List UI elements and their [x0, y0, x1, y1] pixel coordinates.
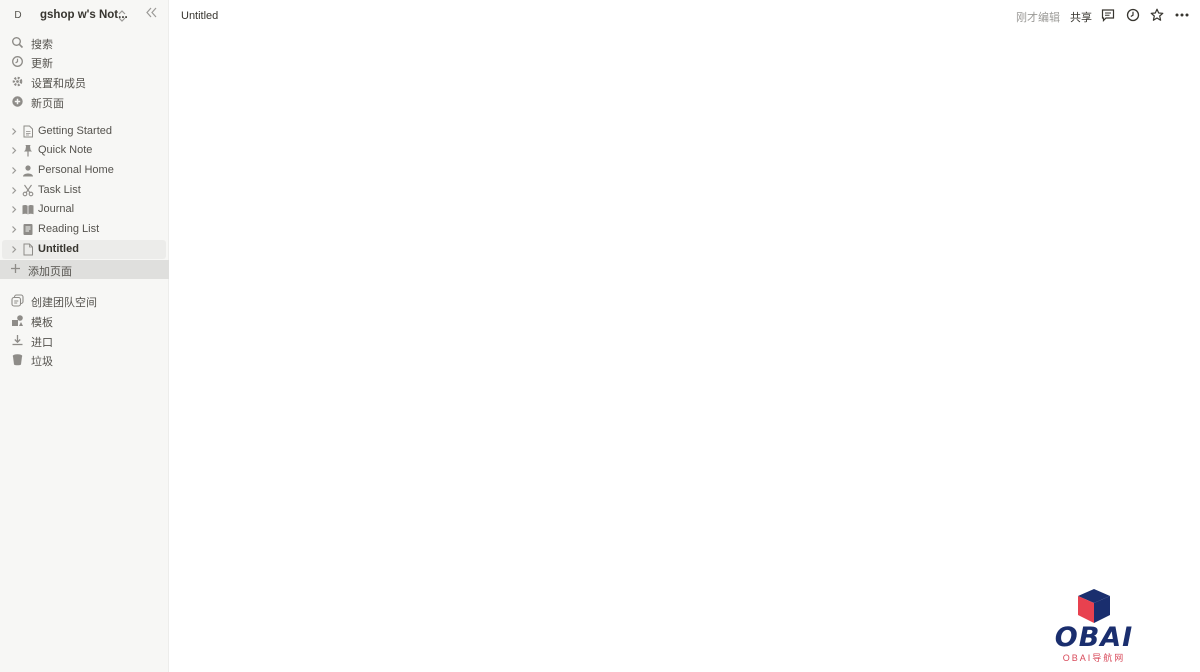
workspace-name[interactable]: gshop w's Not... — [40, 9, 128, 21]
watermark-logo: OBAI OBAI导航网 — [1042, 586, 1146, 666]
page-item-label: Untitled — [38, 243, 79, 255]
sidebar-item-new-page[interactable]: 新页面 — [0, 92, 169, 111]
sidebar-item-trash[interactable]: 垃圾 — [0, 350, 169, 369]
add-page-button[interactable]: 添加页面 — [0, 260, 169, 279]
page-item-task-list[interactable]: Task List — [2, 181, 166, 200]
sidebar-item-label: 搜索 — [31, 39, 53, 51]
sidebar-item-import[interactable]: 进口 — [0, 331, 169, 350]
breadcrumb[interactable]: Untitled — [181, 10, 218, 22]
chevron-right-icon[interactable] — [10, 166, 18, 175]
collapse-sidebar-icon[interactable] — [145, 6, 158, 19]
trash-icon — [12, 354, 23, 366]
sidebar-item-label: 更新 — [31, 58, 53, 70]
workspace-switcher[interactable]: D gshop w's Not... — [0, 3, 169, 29]
sidebar-item-templates[interactable]: 模板 — [0, 311, 169, 330]
page-item-getting-started[interactable]: Getting Started — [2, 122, 166, 141]
notebook-icon — [23, 224, 33, 235]
search-icon — [12, 37, 24, 49]
chevron-right-icon[interactable] — [10, 186, 18, 195]
chevron-right-icon[interactable] — [10, 225, 18, 234]
sidebar-item-create-team-space[interactable]: 创建团队空间 — [0, 291, 169, 310]
sidebar-item-settings[interactable]: 设置和成员 — [0, 72, 169, 91]
shapes-icon — [12, 315, 23, 326]
person-icon — [23, 165, 33, 177]
share-button[interactable]: 共享 — [1070, 9, 1092, 25]
sidebar-item-label: 设置和成员 — [31, 78, 86, 90]
plus-circle-icon — [12, 96, 23, 107]
scissors-icon — [22, 184, 34, 197]
book-icon — [22, 205, 34, 215]
page-item-untitled[interactable]: Untitled — [2, 240, 166, 259]
sidebar: D gshop w's Not... 搜索 更新 设置和成员 新页面 Getti… — [0, 0, 169, 672]
page-item-label: Personal Home — [38, 164, 114, 176]
chevron-right-icon[interactable] — [10, 205, 18, 214]
more-options-icon[interactable] — [1175, 8, 1189, 22]
page-item-personal-home[interactable]: Personal Home — [2, 161, 166, 180]
sidebar-item-label: 模板 — [31, 317, 53, 329]
watermark-text: OBAI — [1054, 622, 1134, 653]
chevron-right-icon[interactable] — [10, 127, 18, 136]
pin-icon — [24, 145, 32, 157]
clock-icon — [12, 56, 23, 67]
download-icon — [12, 335, 23, 346]
sidebar-item-label: 创建团队空间 — [31, 297, 97, 309]
team-space-icon — [11, 294, 24, 307]
add-page-label: 添加页面 — [28, 266, 72, 278]
page-item-label: Reading List — [38, 223, 100, 235]
sidebar-item-label: 新页面 — [31, 98, 64, 110]
page-item-label: Task List — [38, 184, 81, 196]
plus-icon — [11, 264, 20, 273]
cube-logo-icon — [1078, 589, 1110, 623]
page-item-reading-list[interactable]: Reading List — [2, 220, 166, 239]
sidebar-item-label: 进口 — [31, 337, 53, 349]
page-item-label: Quick Note — [38, 144, 93, 156]
sidebar-item-label: 垃圾 — [31, 356, 53, 368]
page-item-quick-note[interactable]: Quick Note — [2, 141, 166, 160]
workspace-avatar: D — [14, 10, 22, 21]
history-icon[interactable] — [1126, 8, 1140, 22]
sidebar-item-updates[interactable]: 更新 — [0, 52, 169, 71]
comment-icon[interactable] — [1101, 8, 1115, 22]
gear-icon — [12, 76, 23, 87]
page-icon — [23, 243, 33, 256]
topbar: Untitled 刚才编辑 共享 — [169, 0, 1200, 32]
page-item-label: Getting Started — [38, 125, 112, 137]
page-icon — [23, 125, 33, 138]
star-icon[interactable] — [1150, 8, 1164, 22]
chevron-right-icon[interactable] — [10, 245, 18, 254]
chevron-up-down-icon[interactable] — [117, 8, 127, 24]
page-item-journal[interactable]: Journal — [2, 200, 166, 219]
edited-status: 刚才编辑 — [1016, 12, 1060, 24]
page-item-label: Journal — [38, 203, 75, 215]
chevron-right-icon[interactable] — [10, 146, 18, 155]
watermark-subtext: OBAI导航网 — [1062, 653, 1126, 663]
sidebar-item-search[interactable]: 搜索 — [0, 33, 169, 52]
